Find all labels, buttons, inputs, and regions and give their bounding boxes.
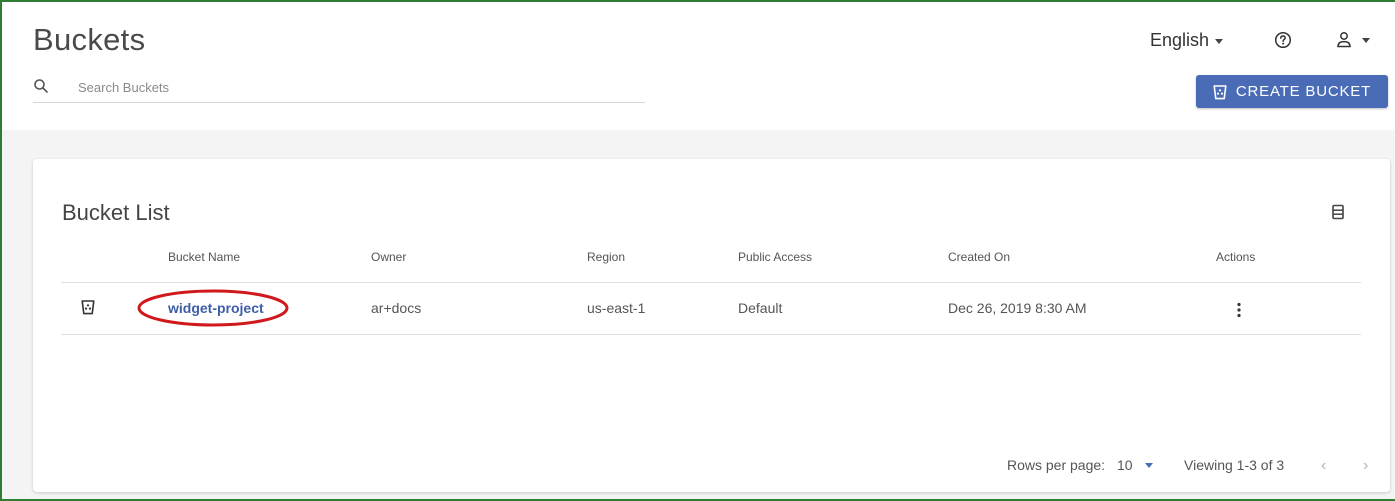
user-icon — [1337, 32, 1351, 48]
bucket-icon — [81, 300, 95, 315]
create-bucket-button[interactable]: CREATE BUCKET — [1196, 75, 1388, 108]
columns-icon[interactable] — [1331, 204, 1345, 220]
rows-per-page-label: Rows per page: — [1007, 457, 1106, 473]
bucket-icon — [1213, 84, 1227, 99]
bucket-public-access: Default — [738, 300, 783, 316]
column-header-region[interactable]: Region — [587, 250, 625, 264]
bucket-list-card: Bucket List Bucket Name Owner Region Pub… — [33, 159, 1390, 492]
page-title: Buckets — [33, 22, 146, 57]
search-bar — [33, 76, 645, 103]
column-header-owner[interactable]: Owner — [371, 250, 406, 264]
app-frame: Buckets English — [0, 0, 1395, 501]
rows-per-page-select[interactable]: 10 — [1117, 457, 1153, 473]
table-row[interactable]: widget-project ar+docs us-east-1 Default… — [61, 283, 1361, 335]
kebab-menu-icon[interactable] — [1231, 301, 1247, 319]
page-header: Buckets English — [2, 2, 1395, 130]
language-selector[interactable]: English — [1150, 30, 1224, 51]
bucket-owner: ar+docs — [371, 300, 422, 316]
bucket-region: us-east-1 — [587, 300, 646, 316]
viewing-range-text: Viewing 1-3 of 3 — [1184, 457, 1285, 473]
next-page-button[interactable]: › — [1363, 457, 1368, 475]
previous-page-button[interactable]: ‹ — [1321, 457, 1326, 475]
chevron-down-icon — [1362, 38, 1370, 43]
user-menu[interactable] — [1336, 31, 1370, 48]
bucket-table: Bucket Name Owner Region Public Access C… — [61, 241, 1361, 335]
table-pagination: Rows per page: 10 Viewing 1-3 of 3 ‹ › — [33, 457, 1390, 477]
column-header-bucket-name[interactable]: Bucket Name — [168, 250, 240, 264]
search-icon — [34, 79, 48, 93]
bucket-name-link[interactable]: widget-project — [168, 300, 264, 316]
language-label: English — [1150, 30, 1210, 50]
column-header-actions: Actions — [1216, 250, 1256, 264]
table-header: Bucket Name Owner Region Public Access C… — [61, 241, 1361, 283]
help-circle-icon[interactable] — [1274, 31, 1292, 49]
column-header-created-on[interactable]: Created On — [948, 250, 1010, 264]
column-header-public-access[interactable]: Public Access — [738, 250, 812, 264]
chevron-down-icon — [1144, 462, 1153, 468]
rows-per-page-value: 10 — [1117, 457, 1133, 473]
search-input[interactable] — [78, 76, 638, 98]
bucket-created-on: Dec 26, 2019 8:30 AM — [948, 300, 1087, 316]
card-title: Bucket List — [62, 200, 170, 225]
create-bucket-label: CREATE BUCKET — [1235, 83, 1372, 100]
chevron-down-icon — [1215, 39, 1224, 44]
